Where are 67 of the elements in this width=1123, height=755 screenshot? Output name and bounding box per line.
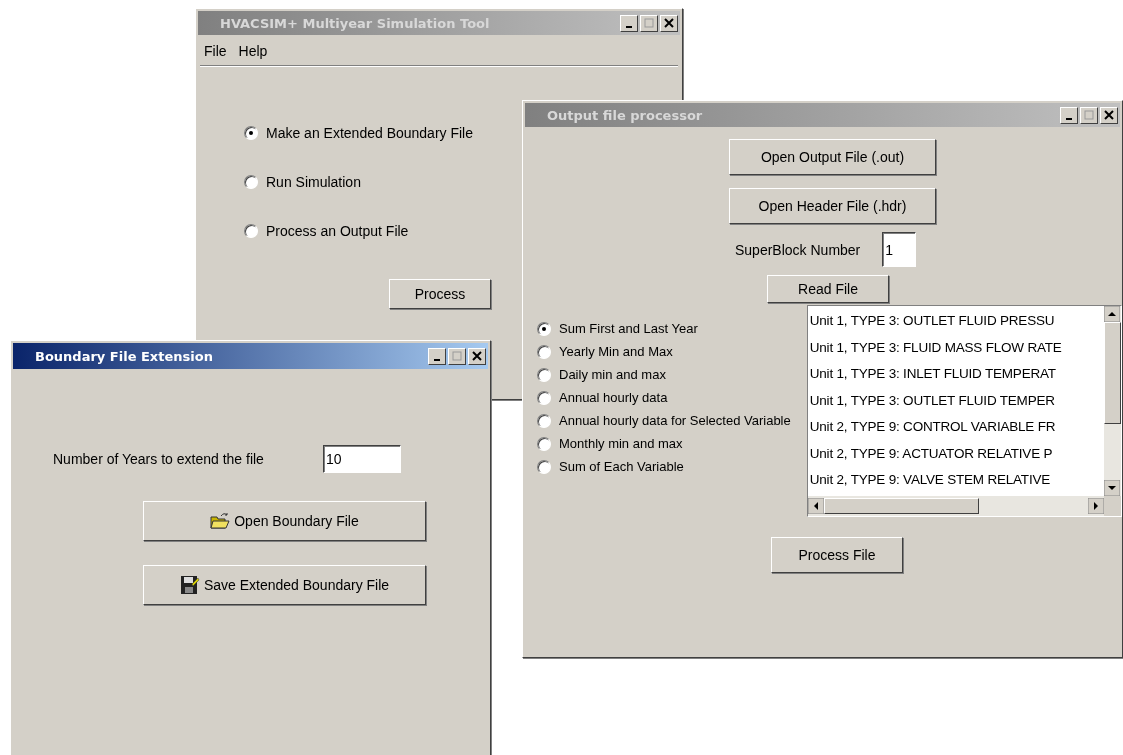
close-icon xyxy=(1104,110,1114,120)
minimize-button[interactable] xyxy=(1060,106,1078,124)
radio-button[interactable] xyxy=(244,126,258,140)
minimize-button[interactable] xyxy=(620,14,638,32)
maximize-button[interactable] xyxy=(448,347,466,365)
open-output-button[interactable]: Open Output File (.out) xyxy=(729,139,936,175)
maximize-icon xyxy=(644,18,654,28)
radio-option[interactable]: Monthly min and max xyxy=(537,436,683,451)
process-file-button[interactable]: Process File xyxy=(771,537,903,573)
window-title: Boundary File Extension xyxy=(35,348,213,364)
radio-option[interactable]: Run Simulation xyxy=(244,174,361,190)
radio-option[interactable]: Make an Extended Boundary File xyxy=(244,125,473,141)
open-boundary-button[interactable]: Open Boundary File xyxy=(143,501,426,541)
years-label: Number of Years to extend the file xyxy=(53,451,265,467)
minimize-icon xyxy=(1066,118,1072,120)
close-icon xyxy=(664,18,674,28)
radio-option[interactable]: Process an Output File xyxy=(244,223,409,239)
minimize-icon xyxy=(434,359,440,361)
radio-option[interactable]: Daily min and max xyxy=(537,367,666,382)
radio-button[interactable] xyxy=(537,344,551,359)
read-file-button[interactable]: Read File xyxy=(767,275,889,303)
radio-button[interactable] xyxy=(537,459,551,474)
horizontal-scrollbar[interactable] xyxy=(807,496,1121,516)
menu-item[interactable]: Help xyxy=(238,43,268,59)
scroll-right-icon[interactable] xyxy=(1088,498,1104,514)
folder-icon xyxy=(210,512,231,530)
radio-option[interactable]: Sum First and Last Year xyxy=(537,321,698,336)
open-header-button[interactable]: Open Header File (.hdr) xyxy=(729,188,936,224)
radio-option[interactable]: Annual hourly data xyxy=(537,390,668,405)
years-field[interactable]: 10 xyxy=(323,445,401,473)
save-boundary-button[interactable]: Save Extended Boundary File xyxy=(143,565,426,605)
window-title: Output file processor xyxy=(547,107,703,123)
vertical-scrollbar[interactable] xyxy=(1104,306,1121,496)
process-button[interactable]: Process xyxy=(389,279,491,309)
list-item[interactable]: Unit 2, TYPE 9: VALVE STEM RELATIVE xyxy=(809,467,1102,494)
minimize-button[interactable] xyxy=(428,347,446,365)
radio-button[interactable] xyxy=(537,413,551,428)
radio-button[interactable] xyxy=(244,175,258,189)
radio-option[interactable]: Yearly Min and Max xyxy=(537,344,673,359)
close-icon xyxy=(472,351,482,361)
minimize-icon xyxy=(626,26,632,28)
superblock-field[interactable]: 1 xyxy=(882,232,917,267)
radio-button[interactable] xyxy=(537,390,551,405)
superblock-label: SuperBlock Number xyxy=(735,241,861,258)
radio-button[interactable] xyxy=(537,436,551,451)
close-button[interactable] xyxy=(660,14,678,32)
radio-option[interactable]: Sum of Each Variable xyxy=(537,459,684,474)
menu-item[interactable]: File xyxy=(204,43,227,59)
maximize-icon xyxy=(1084,110,1094,120)
list-item[interactable]: Unit 1, TYPE 3: FLUID MASS FLOW RATE xyxy=(809,334,1102,361)
radio-button[interactable] xyxy=(537,367,551,382)
close-button[interactable] xyxy=(468,347,486,365)
list-item[interactable]: Unit 1, TYPE 3: OUTLET FLUID TEMPER xyxy=(809,387,1102,414)
radio-option[interactable]: Annual hourly data for Selected Variable xyxy=(537,413,791,428)
list-item[interactable]: Unit 2, TYPE 9: ACTUATOR RELATIVE P xyxy=(809,440,1102,467)
list-item[interactable]: Unit 1, TYPE 3: OUTLET FLUID PRESSU xyxy=(809,308,1102,335)
scroll-left-icon[interactable] xyxy=(807,498,824,514)
radio-button[interactable] xyxy=(244,224,258,238)
close-button[interactable] xyxy=(1100,106,1118,124)
list-item[interactable]: Unit 1, TYPE 3: INLET FLUID TEMPERAT xyxy=(809,361,1102,388)
list-item[interactable]: Unit 2, TYPE 9: CONTROL VARIABLE FR xyxy=(809,414,1102,441)
radio-button[interactable] xyxy=(537,321,551,336)
maximize-button[interactable] xyxy=(640,14,658,32)
maximize-icon xyxy=(452,351,462,361)
maximize-button[interactable] xyxy=(1080,106,1098,124)
scroll-down-icon[interactable] xyxy=(1104,480,1120,496)
scroll-up-icon[interactable] xyxy=(1104,306,1120,322)
